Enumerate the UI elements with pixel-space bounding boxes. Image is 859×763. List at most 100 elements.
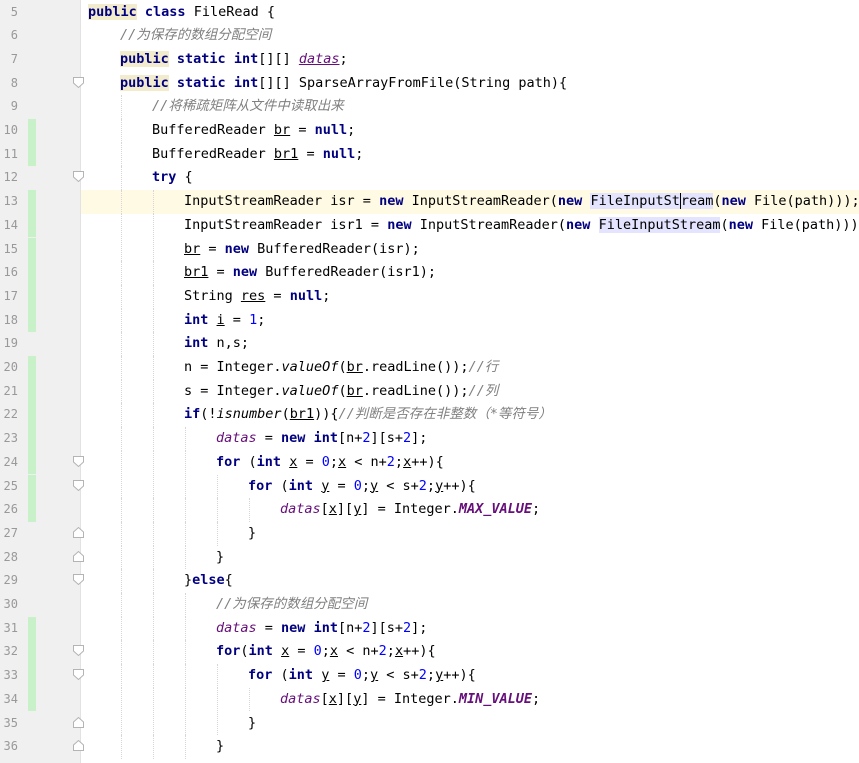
code-line[interactable]: 23 datas = new int[n+2][s+2]; [0, 427, 859, 451]
line-number[interactable]: 9 [0, 95, 18, 119]
line-number[interactable]: 18 [0, 309, 18, 333]
line-number[interactable]: 29 [0, 569, 18, 593]
code-line[interactable]: 21 s = Integer.valueOf(br.readLine());//列 [0, 379, 859, 404]
line-number[interactable]: 14 [0, 214, 18, 238]
code-line[interactable]: 28} [0, 545, 859, 570]
code-line[interactable]: 16 br1 = new BufferedReader(isr1); [0, 261, 859, 285]
code-line[interactable]: 7 public static int[][] datas; [0, 48, 859, 72]
vcs-change-marker[interactable] [28, 379, 36, 404]
line-number[interactable]: 5 [0, 1, 18, 25]
code-line-area[interactable]: s = Integer.valueOf(br.readLine());//列 [81, 379, 859, 404]
code-line-area[interactable]: //为保存的数组分配空间 [81, 593, 859, 617]
code-line-area[interactable]: datas[x][y] = Integer.MIN_VALUE; [81, 687, 859, 712]
line-number[interactable]: 28 [0, 546, 18, 570]
code-line-area[interactable]: }else{ [81, 569, 859, 593]
code-line[interactable]: 25 for (int y = 0;y < s+2;y++){ [0, 474, 859, 499]
line-number[interactable]: 27 [0, 522, 18, 546]
line-number[interactable]: 7 [0, 48, 18, 72]
line-number[interactable]: 20 [0, 356, 18, 380]
line-number[interactable]: 35 [0, 712, 18, 736]
line-number[interactable]: 33 [0, 664, 18, 688]
vcs-change-marker[interactable] [28, 119, 36, 143]
code-line[interactable]: 31 datas = new int[n+2][s+2]; [0, 616, 859, 641]
code-line-area[interactable]: int n,s; [81, 332, 859, 356]
code-line[interactable]: 13 InputStreamReader isr = new InputStrea… [0, 190, 859, 214]
line-number[interactable]: 23 [0, 427, 18, 451]
vcs-change-marker[interactable] [28, 237, 36, 262]
code-line-area[interactable]: BufferedReader br = null; [81, 119, 859, 143]
code-line-area[interactable]: } [81, 545, 859, 570]
line-number[interactable]: 36 [0, 735, 18, 759]
code-line-area[interactable]: br = new BufferedReader(isr); [81, 237, 859, 262]
code-line-area[interactable]: if(!isnumber(br1)){//判断是否存在非整数（*等符号） [81, 403, 859, 428]
line-number[interactable]: 17 [0, 285, 18, 309]
code-line[interactable]: 5 public class FileRead { [0, 1, 859, 25]
code-line-area[interactable]: String res = null; [81, 284, 859, 309]
vcs-change-marker[interactable] [28, 427, 36, 451]
code-line-area[interactable]: public class FileRead { [81, 1, 859, 25]
code-line-area[interactable]: //将稀疏矩阵从文件中读取出来 [81, 95, 859, 119]
code-line[interactable]: 18 int i = 1; [0, 308, 859, 333]
code-line[interactable]: 32 for(int x = 0;x < n+2;x++){ [0, 640, 859, 665]
code-line-area[interactable]: int i = 1; [81, 308, 859, 333]
vcs-change-marker[interactable] [28, 190, 36, 214]
code-line[interactable]: 6 //为保存的数组分配空间 [0, 24, 859, 48]
code-line[interactable]: 34 datas[x][y] = Integer.MIN_VALUE; [0, 687, 859, 712]
code-line[interactable]: 29 }else{ [0, 569, 859, 593]
code-line[interactable]: 24 for (int x = 0;x < n+2;x++){ [0, 450, 859, 475]
code-line[interactable]: 26 datas[x][y] = Integer.MAX_VALUE; [0, 498, 859, 522]
line-number[interactable]: 19 [0, 332, 18, 356]
vcs-change-marker[interactable] [28, 450, 36, 475]
vcs-change-marker[interactable] [28, 403, 36, 428]
code-line-area[interactable]: datas = new int[n+2][s+2]; [81, 427, 859, 451]
code-line-area[interactable]: br1 = new BufferedReader(isr1); [81, 261, 859, 285]
code-line-area[interactable]: for (int y = 0;y < s+2;y++){ [81, 664, 859, 688]
vcs-change-marker[interactable] [28, 308, 36, 333]
line-number[interactable]: 31 [0, 617, 18, 641]
code-line-area[interactable]: datas = new int[n+2][s+2]; [81, 616, 859, 641]
line-number[interactable]: 24 [0, 451, 18, 475]
code-line[interactable]: 15 br = new BufferedReader(isr); [0, 237, 859, 262]
code-line-area[interactable]: } [81, 521, 859, 546]
code-line[interactable]: 20 n = Integer.valueOf(br.readLine());//行 [0, 356, 859, 380]
code-line-area[interactable]: for(int x = 0;x < n+2;x++){ [81, 640, 859, 665]
code-line[interactable]: 30 //为保存的数组分配空间 [0, 593, 859, 617]
code-line[interactable]: 27} [0, 521, 859, 546]
code-line-area[interactable]: } [81, 711, 859, 736]
code-line[interactable]: 12 try { [0, 166, 859, 191]
vcs-change-marker[interactable] [28, 616, 36, 641]
code-line[interactable]: 35} [0, 711, 859, 736]
code-line-area[interactable]: public static int[][] SparseArrayFromFil… [81, 72, 859, 96]
line-number[interactable]: 11 [0, 143, 18, 167]
code-editor[interactable]: 5 public class FileRead { 6 //为保存的数组分配空间 7 pu… [0, 0, 859, 763]
line-number[interactable]: 15 [0, 238, 18, 262]
vcs-change-marker[interactable] [28, 664, 36, 688]
code-line[interactable]: 33 for (int y = 0;y < s+2;y++){ [0, 664, 859, 688]
line-number[interactable]: 8 [0, 72, 18, 96]
vcs-change-marker[interactable] [28, 284, 36, 309]
line-number[interactable]: 30 [0, 593, 18, 617]
line-number[interactable]: 16 [0, 261, 18, 285]
code-line-area[interactable]: for (int x = 0;x < n+2;x++){ [81, 450, 859, 475]
vcs-change-marker[interactable] [28, 687, 36, 712]
code-line-area[interactable]: //为保存的数组分配空间 [81, 24, 859, 48]
line-number[interactable]: 12 [0, 166, 18, 190]
line-number[interactable]: 32 [0, 640, 18, 664]
code-line-area[interactable]: datas[x][y] = Integer.MAX_VALUE; [81, 498, 859, 522]
code-line-area[interactable]: public static int[][] datas; [81, 48, 859, 72]
vcs-change-marker[interactable] [28, 261, 36, 285]
line-number[interactable]: 26 [0, 498, 18, 522]
vcs-change-marker[interactable] [28, 498, 36, 522]
line-number[interactable]: 22 [0, 403, 18, 427]
line-number[interactable]: 34 [0, 688, 18, 712]
line-number[interactable]: 10 [0, 119, 18, 143]
vcs-change-marker[interactable] [28, 142, 36, 167]
code-line-area[interactable]: InputStreamReader isr = new InputStreamR… [81, 190, 859, 214]
code-line-area[interactable]: n = Integer.valueOf(br.readLine());//行 [81, 356, 859, 380]
code-line[interactable]: 17 String res = null; [0, 284, 859, 309]
code-line-area[interactable]: BufferedReader br1 = null; [81, 142, 859, 167]
vcs-change-marker[interactable] [28, 474, 36, 499]
vcs-change-marker[interactable] [28, 356, 36, 380]
code-line[interactable]: 11 BufferedReader br1 = null; [0, 142, 859, 167]
line-number[interactable]: 6 [0, 24, 18, 48]
